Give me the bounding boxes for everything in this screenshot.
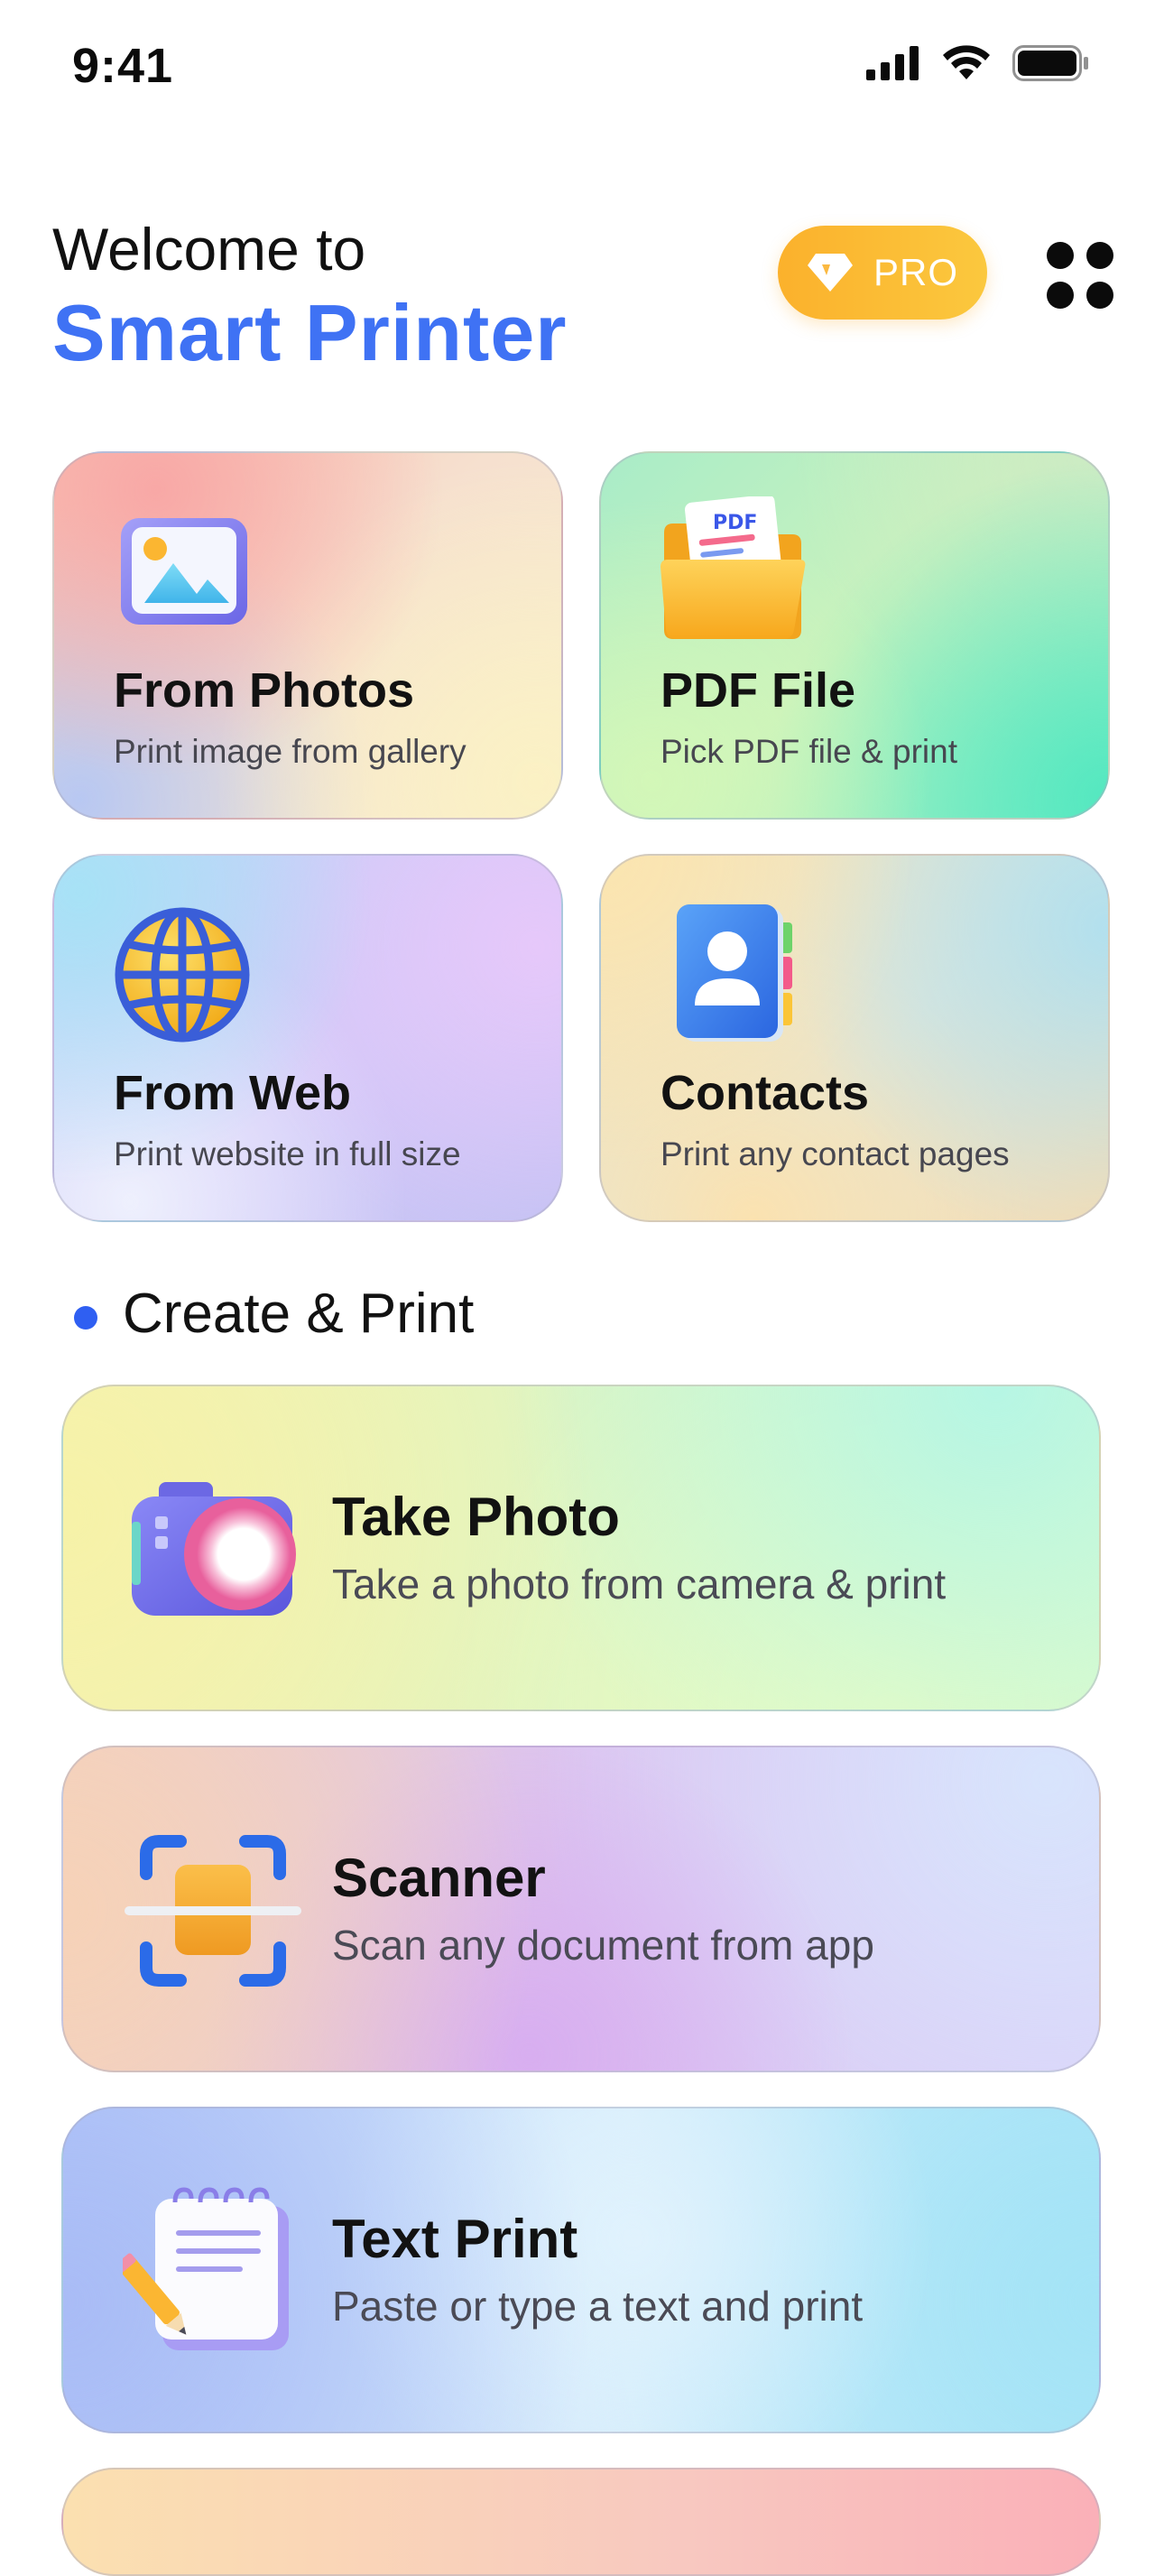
tile-title: From Photos	[114, 663, 414, 718]
contact-book-icon	[677, 904, 792, 1042]
action-subtitle: Take a photo from camera & print	[332, 1561, 947, 1608]
take-photo-card[interactable]: Take Photo Take a photo from camera & pr…	[61, 1385, 1101, 1711]
from-photos-card[interactable]: From Photos Print image from gallery	[52, 451, 563, 820]
next-action-card[interactable]	[61, 2468, 1101, 2576]
diamond-icon	[807, 254, 853, 292]
pdf-file-card[interactable]: PDF PDF File Pick PDF file & print	[599, 451, 1110, 820]
welcome-text: Welcome to	[52, 216, 366, 283]
text-print-card[interactable]: Text Print Paste or type a text and prin…	[61, 2107, 1101, 2433]
pro-button[interactable]: PRO	[778, 226, 987, 320]
action-subtitle: Scan any document from app	[332, 1922, 874, 1969]
status-icons	[866, 45, 1090, 81]
menu-dot	[1086, 242, 1113, 269]
scanner-card[interactable]: Scanner Scan any document from app	[61, 1746, 1101, 2072]
tile-subtitle: Print website in full size	[114, 1135, 461, 1172]
notepad-icon	[123, 2187, 289, 2350]
app-title: Smart Printer	[52, 288, 568, 377]
camera-icon	[132, 1482, 296, 1616]
from-web-card[interactable]: From Web Print website in full size	[52, 854, 563, 1222]
pro-label: PRO	[873, 251, 958, 293]
tile-subtitle: Print image from gallery	[114, 733, 467, 770]
section-bullet	[74, 1306, 97, 1330]
battery-icon	[1012, 45, 1088, 81]
section-title: Create & Print	[123, 1283, 475, 1345]
scanner-icon	[125, 1835, 301, 1987]
tile-subtitle: Pick PDF file & print	[661, 733, 957, 770]
contacts-card[interactable]: Contacts Print any contact pages	[599, 854, 1110, 1222]
tile-title: From Web	[114, 1066, 352, 1120]
action-subtitle: Paste or type a text and print	[332, 2283, 864, 2330]
pdf-folder-icon: PDF	[661, 496, 806, 639]
menu-dot	[1047, 242, 1074, 269]
action-title: Text Print	[332, 2209, 578, 2269]
action-title: Scanner	[332, 1848, 546, 1908]
status-time: 9:41	[72, 39, 174, 93]
globe-icon	[115, 907, 250, 1042]
tile-title: Contacts	[661, 1066, 870, 1120]
cellular-signal-icon	[866, 46, 919, 80]
menu-button[interactable]	[1036, 231, 1122, 318]
pdf-label: PDF	[713, 512, 757, 534]
action-title: Take Photo	[332, 1487, 620, 1547]
tile-subtitle: Print any contact pages	[661, 1135, 1010, 1172]
wifi-icon	[943, 45, 990, 79]
tile-title: PDF File	[661, 663, 856, 718]
gallery-icon	[121, 518, 247, 625]
menu-dot	[1047, 282, 1074, 309]
menu-dot	[1086, 282, 1113, 309]
